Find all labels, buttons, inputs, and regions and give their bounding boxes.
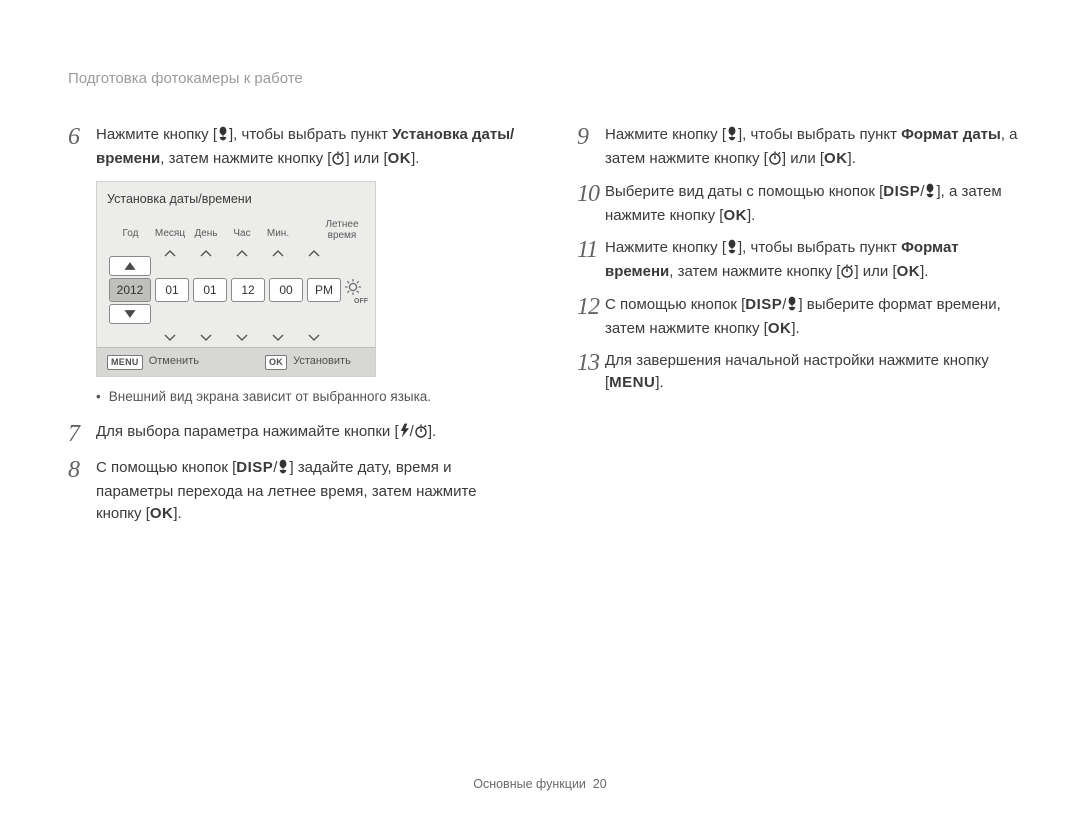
ok-token: OK (824, 150, 848, 167)
step-number: 11 (577, 237, 605, 263)
timer-icon (768, 150, 782, 172)
disp-token: DISP (745, 296, 782, 313)
lcd-label-hour: Час (224, 227, 260, 242)
dst-toggle[interactable]: OFF (341, 276, 365, 305)
ok-softkey: OK (265, 355, 287, 370)
caret-down-icon (152, 327, 188, 339)
timer-icon (331, 150, 345, 172)
step-number: 6 (68, 124, 96, 150)
step-12: С помощью кнопок [DISP/] выберите формат… (605, 294, 1026, 340)
cancel-softkey-label: Отменить (149, 354, 199, 370)
caret-down-icon (188, 327, 224, 339)
macro-icon (726, 126, 738, 148)
lcd-label-dst: Летнее время (319, 220, 365, 241)
step-number: 12 (577, 294, 605, 320)
breadcrumb: Подготовка фотокамеры к работе (68, 68, 1026, 90)
lcd-label-day: День (188, 227, 224, 242)
caret-down-icon (224, 327, 260, 339)
step-13: Для завершения начальной настройки нажми… (605, 350, 1026, 394)
footer: Основные функции 20 (0, 775, 1080, 793)
ok-token: OK (723, 207, 747, 224)
step-6: Нажмите кнопку [], чтобы выбрать пункт У… (96, 124, 517, 172)
left-column: 6 Нажмите кнопку [], чтобы выбрать пункт… (68, 124, 517, 535)
ok-token: OK (768, 320, 792, 337)
step-11: Нажмите кнопку [], чтобы выбрать пункт Ф… (605, 237, 1026, 285)
macro-icon (277, 459, 289, 481)
timer-icon (840, 263, 854, 285)
step-9: Нажмите кнопку [], чтобы выбрать пункт Ф… (605, 124, 1026, 172)
caret-up-icon (260, 243, 296, 255)
set-softkey-label: Установить (293, 354, 351, 370)
ok-token: OK (897, 263, 921, 280)
step-number: 13 (577, 350, 605, 376)
sun-icon: OFF (344, 276, 362, 305)
step-number: 10 (577, 181, 605, 207)
caret-up-icon (188, 243, 224, 255)
lcd-note: Внешний вид экрана зависит от выбранного… (96, 387, 517, 407)
caret-down-icon (260, 327, 296, 339)
step-8: С помощью кнопок [DISP/] задайте дату, в… (96, 457, 517, 524)
arrow-down-button[interactable] (109, 304, 151, 324)
page-number: 20 (593, 777, 607, 791)
lcd-screenshot: Установка даты/времени Год Месяц День Ча… (96, 181, 376, 377)
hour-cell[interactable]: 12 (231, 278, 265, 302)
year-cell[interactable]: 2012 (109, 278, 151, 302)
caret-up-icon (152, 243, 188, 255)
lcd-softkeys: MENU Отменить OK Установить (97, 347, 375, 376)
macro-icon (217, 126, 229, 148)
menu-token: MENU (609, 374, 655, 391)
disp-token: DISP (883, 183, 920, 200)
flash-icon (399, 423, 410, 445)
macro-icon (924, 183, 936, 205)
caret-up-icon (224, 243, 260, 255)
macro-icon (726, 239, 738, 261)
ampm-cell[interactable]: PM (307, 278, 341, 302)
lcd-label-min: Мин. (260, 227, 296, 242)
disp-token: DISP (236, 459, 273, 476)
caret-down-icon (296, 327, 332, 339)
step-10: Выберите вид даты с помощью кнопок [DISP… (605, 181, 1026, 227)
ok-token: OK (150, 505, 174, 522)
macro-icon (786, 296, 798, 318)
lcd-label-year: Год (109, 227, 152, 242)
day-cell[interactable]: 01 (193, 278, 227, 302)
month-cell[interactable]: 01 (155, 278, 189, 302)
lcd-label-month: Месяц (152, 227, 188, 242)
step-number: 7 (68, 421, 96, 447)
step-7: Для выбора параметра нажимайте кнопки [/… (96, 421, 517, 445)
arrow-up-button[interactable] (109, 256, 151, 276)
ok-token: OK (388, 150, 412, 167)
footer-section: Основные функции (473, 777, 586, 791)
right-column: 9 Нажмите кнопку [], чтобы выбрать пункт… (577, 124, 1026, 535)
menu-softkey: MENU (107, 355, 143, 370)
step-number: 9 (577, 124, 605, 150)
step-number: 8 (68, 457, 96, 483)
min-cell[interactable]: 00 (269, 278, 303, 302)
caret-up-icon (296, 243, 332, 255)
lcd-title: Установка даты/времени (97, 182, 375, 210)
timer-icon (414, 423, 428, 445)
